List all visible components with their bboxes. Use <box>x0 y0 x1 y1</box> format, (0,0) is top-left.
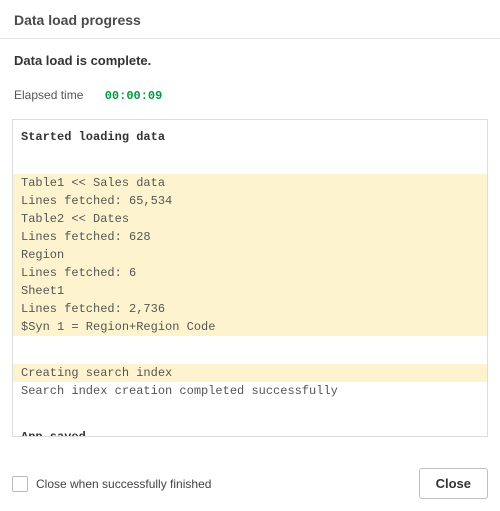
log-line: Table1 << Sales data <box>13 174 487 192</box>
log-line: Started loading data <box>13 128 487 146</box>
checkbox-label: Close when successfully finished <box>36 477 211 491</box>
status-area: Data load is complete. <box>0 39 500 74</box>
log-spacer <box>13 160 487 174</box>
log-line: App saved <box>13 428 487 436</box>
log-line: $Syn 1 = Region+Region Code <box>13 318 487 336</box>
close-button-label: Close <box>436 476 471 491</box>
dialog-title: Data load progress <box>0 0 500 39</box>
log-line: Creating search index <box>13 364 487 382</box>
log-line: Lines fetched: 2,736 <box>13 300 487 318</box>
elapsed-label: Elapsed time <box>14 88 83 102</box>
log-spacer <box>13 400 487 414</box>
log-line: Region <box>13 246 487 264</box>
log-line: Search index creation completed successf… <box>13 382 487 400</box>
checkbox-box[interactable] <box>12 476 28 492</box>
log-line: Table2 << Dates <box>13 210 487 228</box>
dialog-title-text: Data load progress <box>14 12 141 28</box>
log-spacer <box>13 336 487 350</box>
log-line: Lines fetched: 65,534 <box>13 192 487 210</box>
log-spacer <box>13 350 487 364</box>
dialog-footer: Close when successfully finished Close <box>0 458 500 511</box>
elapsed-value: 00:00:09 <box>105 89 163 103</box>
log-panel: Started loading data Table1 << Sales data… <box>12 119 488 437</box>
log-spacer <box>13 414 487 428</box>
log-line: Lines fetched: 628 <box>13 228 487 246</box>
status-message: Data load is complete. <box>14 53 151 68</box>
close-on-success-checkbox[interactable]: Close when successfully finished <box>12 476 211 492</box>
log-spacer <box>13 146 487 160</box>
close-button[interactable]: Close <box>419 468 488 499</box>
elapsed-row: Elapsed time 00:00:09 <box>0 74 500 113</box>
log-scroll[interactable]: Started loading data Table1 << Sales data… <box>13 120 487 436</box>
log-line: Lines fetched: 6 <box>13 264 487 282</box>
log-line: Sheet1 <box>13 282 487 300</box>
